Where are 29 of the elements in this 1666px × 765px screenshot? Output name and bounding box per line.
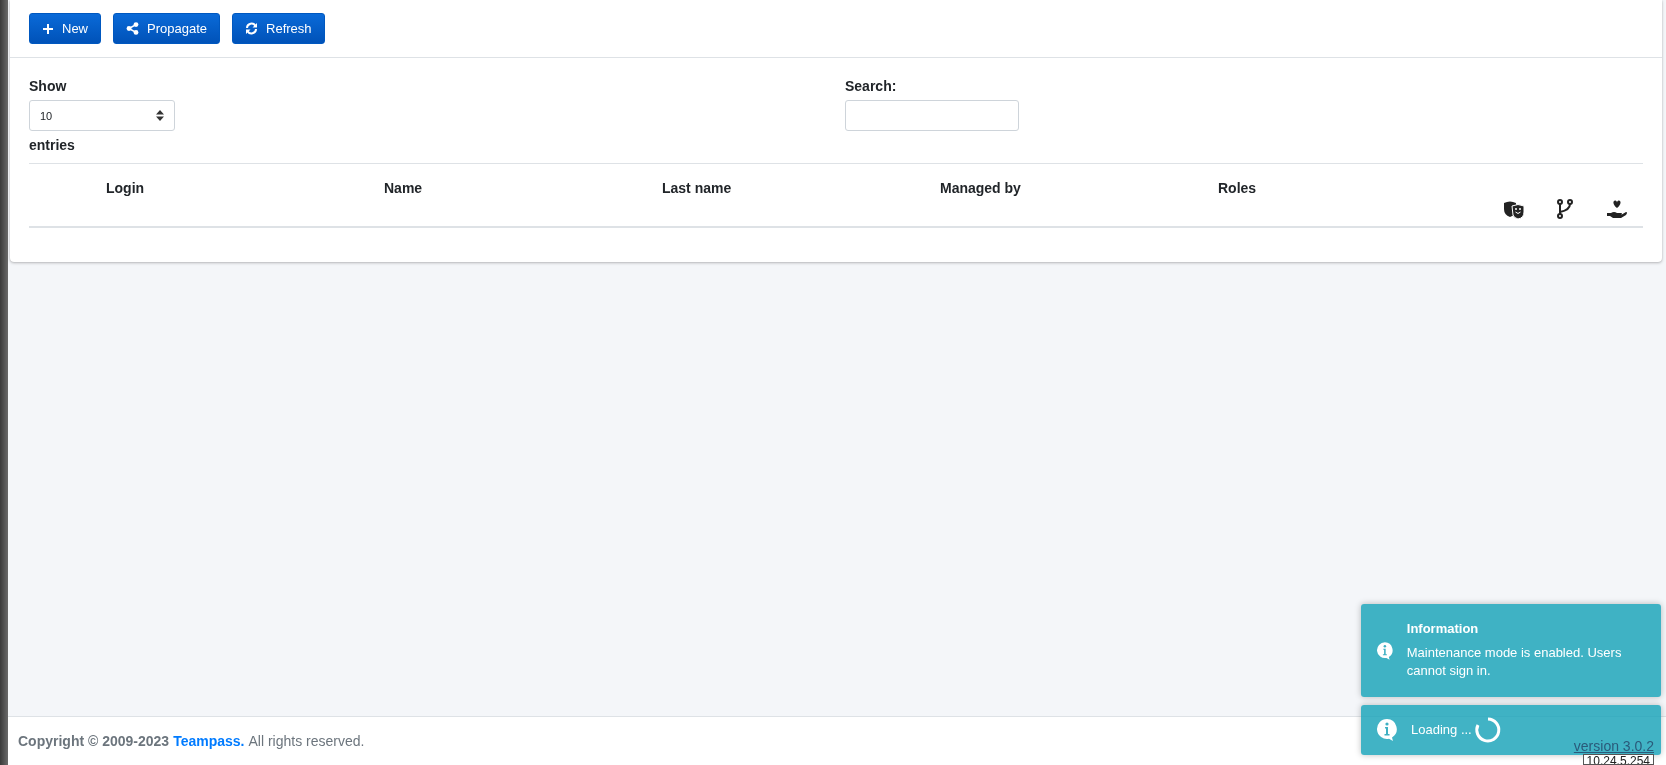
column-header[interactable]: Name: [384, 180, 423, 196]
share-icon: [126, 22, 139, 35]
info-icon: [1377, 639, 1393, 662]
copyright-text: Copyright © 2009-2023: [18, 733, 170, 749]
show-label: Show: [29, 78, 68, 94]
new-button[interactable]: New: [29, 13, 101, 44]
theater-masks-icon: [1502, 201, 1525, 219]
refresh-button[interactable]: Refresh: [232, 13, 325, 44]
toast-message: Loading ...: [1411, 720, 1472, 739]
info-icon: [1377, 719, 1397, 741]
refresh-icon: [245, 22, 258, 35]
toast-message: Maintenance mode is enabled. Users cannot sign in.: [1406, 643, 1623, 681]
propagate-button[interactable]: Propagate: [113, 13, 220, 44]
search-label: Search:: [845, 78, 898, 94]
loading-spinner-icon: [1473, 716, 1502, 744]
sort-icon: [156, 110, 164, 121]
code-branch-icon: [1557, 199, 1574, 219]
search-field[interactable]: [845, 100, 1019, 131]
teampass-link[interactable]: Teampass.: [173, 733, 245, 749]
column-header[interactable]: Login: [106, 180, 145, 196]
hand-holding-heart-icon: [1606, 199, 1629, 219]
rights-text: All rights reserved.: [248, 733, 365, 749]
entries-label: entries: [29, 137, 76, 153]
entries-select[interactable]: 10: [29, 100, 175, 131]
toast-title: Information: [1406, 619, 1480, 638]
plus-icon: [42, 22, 54, 35]
column-header[interactable]: Managed by: [940, 180, 1021, 196]
column-header[interactable]: Last name: [662, 180, 732, 196]
column-header[interactable]: Roles: [1218, 180, 1257, 196]
